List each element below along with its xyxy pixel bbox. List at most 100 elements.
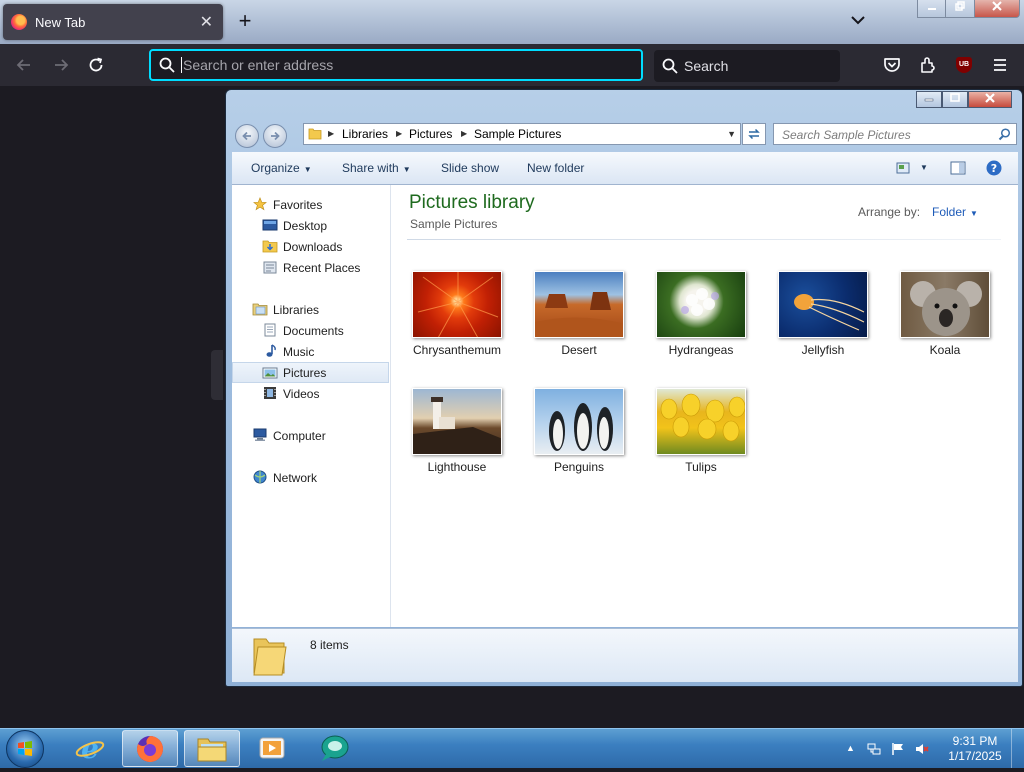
breadcrumb-separator-icon[interactable]: ▶ (328, 129, 334, 138)
file-jellyfish[interactable]: Jellyfish (768, 271, 878, 371)
nav-recent-places-label: Recent Places (283, 261, 361, 275)
explorer-back-button[interactable] (235, 124, 259, 148)
minimize-button[interactable] (917, 0, 947, 18)
refresh-button[interactable] (742, 123, 766, 145)
address-dropdown-icon[interactable]: ▼ (727, 129, 736, 139)
nav-music[interactable]: Music (232, 341, 389, 362)
restore-icon (955, 1, 965, 11)
nav-libraries-label: Libraries (273, 303, 320, 317)
file-tulips[interactable]: Tulips (646, 388, 756, 488)
close-icon (985, 93, 995, 103)
show-desktop-button[interactable] (1011, 729, 1024, 768)
organize-button[interactable]: Organize ▼ (251, 161, 312, 175)
network-tray-icon[interactable] (867, 742, 881, 756)
nav-favorites[interactable]: Favorites (232, 194, 389, 215)
desert-thumbnail (534, 271, 624, 338)
taskbar-media-player[interactable] (244, 730, 300, 767)
nav-pictures-label: Pictures (283, 366, 327, 380)
nav-documents-label: Documents (283, 324, 344, 338)
hamburger-menu-icon (994, 59, 1006, 71)
libraries-icon (252, 303, 268, 316)
file-chrysanthemum[interactable]: Chrysanthemum (402, 271, 512, 371)
search-bar[interactable]: Search (654, 50, 840, 82)
nav-downloads[interactable]: Downloads (232, 236, 389, 257)
details-pane: 8 items (232, 628, 1018, 682)
extensions-button[interactable] (918, 55, 938, 75)
folder-icon (197, 738, 227, 762)
back-button[interactable] (11, 53, 37, 77)
address-bar[interactable]: ▶ Libraries ▶ Pictures ▶ Sample Pictures… (303, 123, 741, 145)
chrysanthemum-thumbnail (412, 271, 502, 338)
pocket-button[interactable] (882, 55, 902, 75)
firefox-titlebar: New Tab ✕ + (0, 0, 1024, 44)
explorer-search-input[interactable]: Search Sample Pictures (782, 128, 911, 142)
breadcrumb-libraries[interactable]: Libraries (342, 127, 388, 141)
nav-videos-label: Videos (283, 387, 320, 401)
new-tab-button[interactable]: + (234, 8, 256, 34)
tab-close-icon[interactable]: ✕ (200, 12, 213, 32)
nav-recent-places[interactable]: Recent Places (232, 257, 389, 278)
explorer-search-box[interactable]: Search Sample Pictures (773, 123, 1017, 145)
file-koala[interactable]: Koala (890, 271, 1000, 371)
change-view-icon[interactable] (896, 162, 910, 174)
ublock-origin-icon[interactable]: UB (956, 57, 972, 73)
breadcrumb-separator-icon[interactable]: ▶ (396, 129, 402, 138)
preview-pane-icon[interactable] (950, 161, 966, 175)
minimize-icon (928, 8, 936, 10)
media-player-icon (259, 737, 285, 759)
help-icon[interactable]: ? (986, 160, 1002, 176)
taskbar-internet-explorer[interactable]: e (62, 730, 118, 767)
search-input[interactable]: Search (684, 58, 728, 74)
nav-network[interactable]: Network (232, 467, 389, 488)
videos-filmstrip-icon (264, 387, 276, 399)
taskbar-windows-explorer[interactable] (184, 730, 240, 767)
breadcrumb-separator-icon[interactable]: ▶ (461, 129, 467, 138)
share-with-button[interactable]: Share with ▼ (342, 161, 411, 175)
restore-button[interactable] (945, 0, 975, 18)
breadcrumb-pictures[interactable]: Pictures (409, 127, 452, 141)
nav-documents[interactable]: Documents (232, 320, 389, 341)
file-penguins[interactable]: Penguins (524, 388, 634, 488)
explorer-close-button[interactable] (968, 91, 1012, 108)
close-button[interactable] (974, 0, 1020, 18)
navigation-pane: Favorites Desktop Downloads Recent Place… (232, 185, 391, 627)
explorer-forward-button[interactable] (263, 124, 287, 148)
start-button[interactable] (6, 730, 44, 768)
share-with-label: Share with (342, 161, 399, 175)
list-all-tabs-button[interactable] (848, 10, 868, 32)
menu-button[interactable] (990, 55, 1010, 75)
new-folder-button[interactable]: New folder (527, 161, 584, 175)
view-options-chevron-icon[interactable]: ▼ (920, 163, 928, 172)
file-lighthouse[interactable]: Lighthouse (402, 388, 512, 488)
system-clock[interactable]: 9:31 PM 1/17/2025 (942, 734, 1008, 764)
divider (407, 239, 1001, 240)
nav-favorites-label: Favorites (273, 198, 323, 212)
explorer-minimize-button[interactable] (916, 91, 942, 108)
nav-libraries[interactable]: Libraries (232, 299, 389, 320)
refresh-icon (748, 128, 760, 140)
tab-new-tab[interactable]: New Tab ✕ (3, 4, 223, 40)
slide-show-button[interactable]: Slide show (441, 161, 499, 175)
jellyfish-thumbnail (778, 271, 868, 338)
maximize-icon (950, 93, 960, 102)
explorer-maximize-button[interactable] (942, 91, 968, 108)
reload-button[interactable] (83, 53, 109, 77)
nav-pictures[interactable]: Pictures (232, 362, 389, 383)
url-bar[interactable]: Search or enter address (149, 49, 643, 81)
file-hydrangeas[interactable]: Hydrangeas (646, 271, 756, 371)
nav-videos[interactable]: Videos (232, 383, 389, 404)
file-desert[interactable]: Desert (524, 271, 634, 371)
taskbar-firefox[interactable] (122, 730, 178, 767)
firefox-navbar: Search or enter address Search UB (0, 44, 1024, 86)
arrow-left-icon (242, 131, 251, 141)
volume-muted-icon[interactable] (915, 742, 929, 756)
nav-computer[interactable]: Computer (232, 425, 389, 446)
nav-desktop[interactable]: Desktop (232, 215, 389, 236)
breadcrumb-sample-pictures[interactable]: Sample Pictures (474, 127, 561, 141)
forward-button[interactable] (48, 53, 74, 77)
arrange-by-dropdown[interactable]: Folder ▼ (932, 205, 978, 219)
url-input[interactable]: Search or enter address (183, 57, 333, 73)
show-hidden-icons-button[interactable]: ▲ (846, 743, 860, 757)
action-center-flag-icon[interactable] (891, 742, 905, 756)
taskbar-app[interactable] (306, 730, 362, 767)
